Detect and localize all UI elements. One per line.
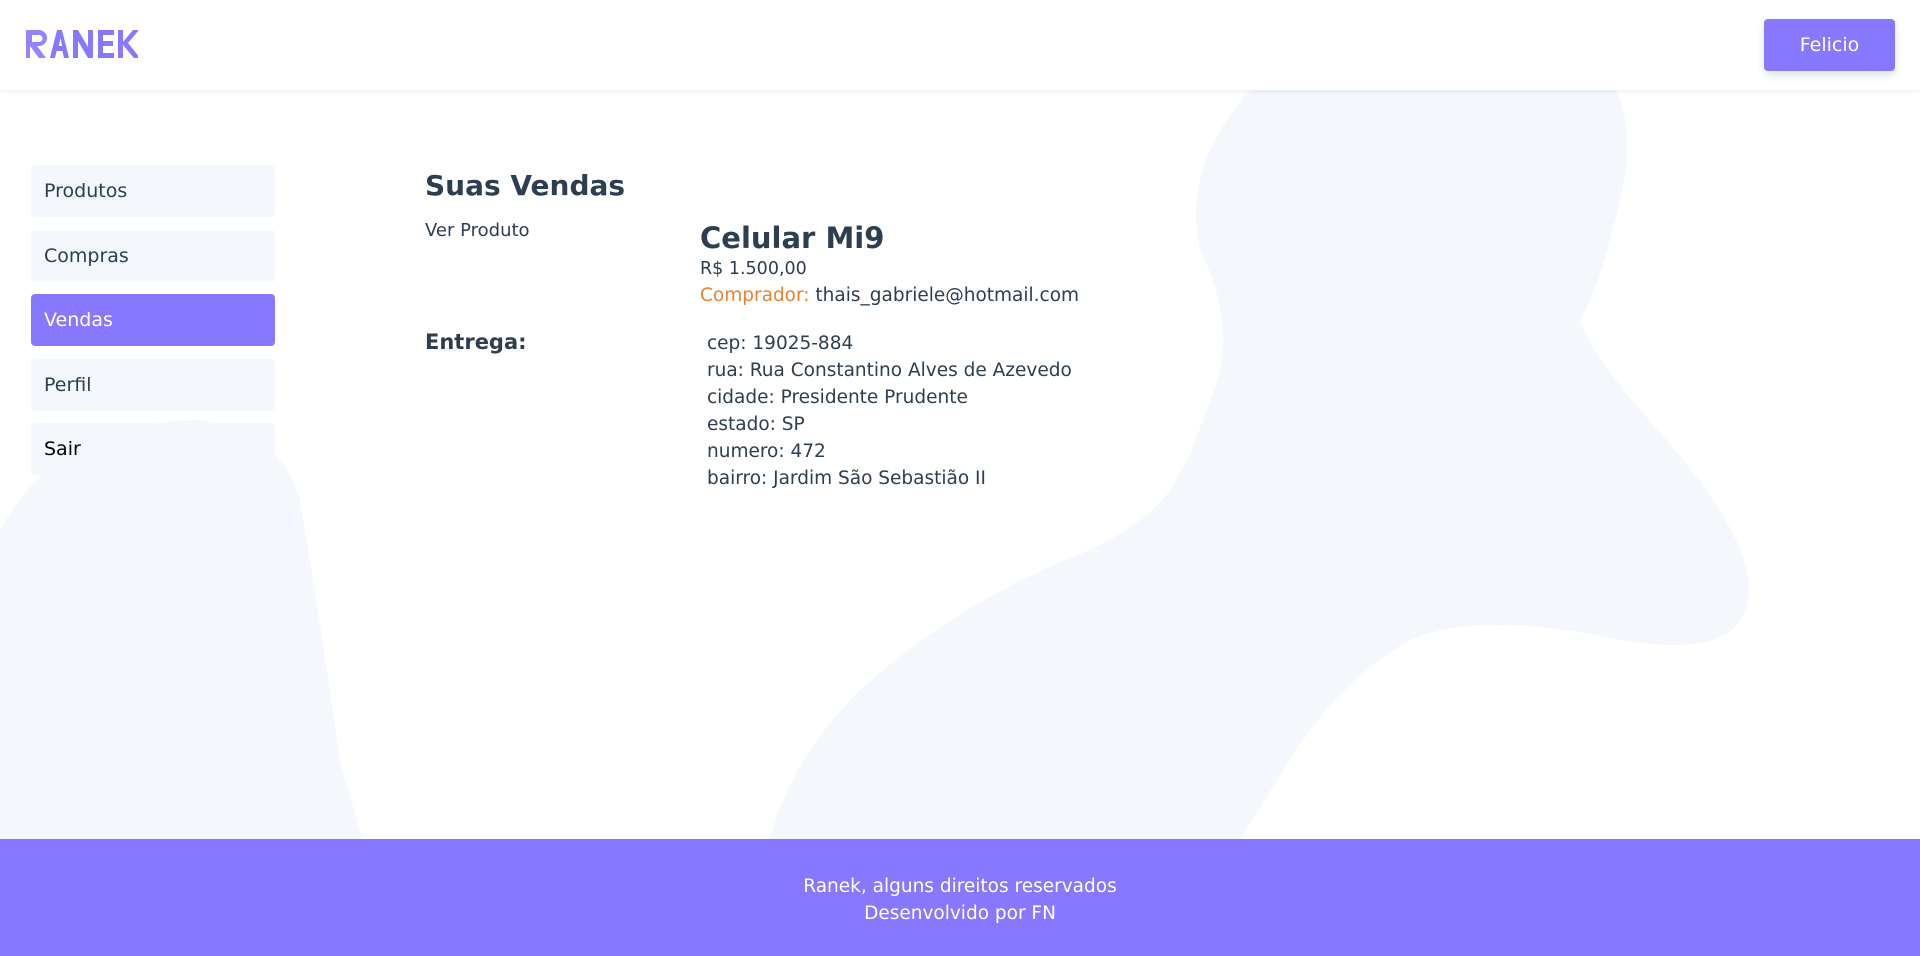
delivery-address: cep: 19025-884 rua: Rua Constantino Alve… <box>707 330 1072 492</box>
main-content: Suas Vendas Ver Produto Celular Mi9 R$ 1… <box>425 165 1525 489</box>
product-info: Celular Mi9 R$ 1.500,00 Comprador: thais… <box>700 220 1079 310</box>
delivery-state: estado: SP <box>707 414 805 435</box>
delivery-label: Entrega: <box>425 330 527 354</box>
logo-icon <box>26 30 138 58</box>
buyer-info: Comprador: thais_gabriele@hotmail.com <box>700 282 1079 310</box>
sidebar-item-perfil[interactable]: Perfil <box>31 358 275 411</box>
page-footer: Ranek, alguns direitos reservados Desenv… <box>0 839 1920 956</box>
footer-credits: Desenvolvido por FN <box>864 903 1056 924</box>
page-title: Suas Vendas <box>425 169 626 202</box>
footer-copyright: Ranek, alguns direitos reservados <box>803 876 1117 897</box>
delivery-street: rua: Rua Constantino Alves de Azevedo <box>707 360 1072 381</box>
view-product-link[interactable]: Ver Produto <box>425 220 530 241</box>
sidebar-item-sair[interactable]: Sair <box>31 423 275 475</box>
top-header: Felicio <box>0 0 1920 90</box>
delivery-neighborhood: bairro: Jardim São Sebastião II <box>707 468 986 489</box>
sidebar-item-compras[interactable]: Compras <box>31 229 275 282</box>
delivery-city: cidade: Presidente Prudente <box>707 387 968 408</box>
delivery-number: numero: 472 <box>707 441 826 462</box>
sale-card: Ver Produto Celular Mi9 R$ 1.500,00 Comp… <box>425 220 1525 330</box>
buyer-label: Comprador: <box>700 285 810 306</box>
sidebar-item-vendas[interactable]: Vendas <box>31 294 275 346</box>
ranek-logo[interactable] <box>24 28 138 60</box>
product-price: R$ 1.500,00 <box>700 259 807 279</box>
user-account-button[interactable]: Felicio <box>1764 19 1895 71</box>
delivery-cep: cep: 19025-884 <box>707 333 854 354</box>
sidebar-item-produtos[interactable]: Produtos <box>31 165 275 217</box>
account-sidebar: Produtos Compras Vendas Perfil Sair <box>31 165 275 488</box>
product-name: Celular Mi9 <box>700 221 885 255</box>
buyer-email: thais_gabriele@hotmail.com <box>815 285 1080 306</box>
